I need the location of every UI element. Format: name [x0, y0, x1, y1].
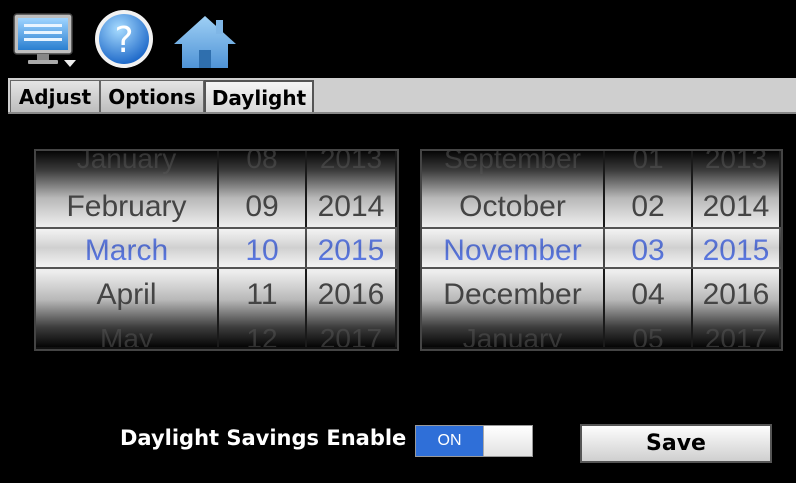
- wheel-item: 11: [246, 278, 278, 311]
- toggle-state-label: ON: [416, 426, 483, 456]
- wheel-item: 08: [246, 151, 278, 174]
- home-icon[interactable]: [172, 14, 238, 70]
- wheel-item: January: [76, 151, 177, 174]
- start-year-wheel[interactable]: 2013 2014 2015 2016 2017: [307, 151, 397, 347]
- wheel-item-selected: November: [443, 234, 582, 267]
- end-date-picker: September October November December Janu…: [420, 149, 783, 351]
- wheel-item: January: [462, 323, 563, 347]
- tab-daylight[interactable]: Daylight: [204, 80, 314, 112]
- monitor-menu-icon[interactable]: [12, 10, 78, 68]
- wheel-item-selected: 10: [245, 234, 279, 267]
- wheel-item: 12: [246, 323, 278, 347]
- wheel-item: 2013: [319, 151, 383, 174]
- wheel-item: 09: [245, 190, 279, 223]
- wheel-item: 02: [631, 190, 665, 223]
- wheel-item: 01: [632, 151, 664, 174]
- save-button[interactable]: Save: [580, 424, 772, 463]
- wheel-item-selected: 2015: [317, 234, 385, 267]
- tab-options[interactable]: Options: [100, 80, 204, 112]
- wheel-item: 05: [632, 323, 664, 347]
- wheel-item: 2016: [317, 278, 385, 311]
- toolbar: ?: [0, 0, 796, 74]
- wheel-item: February: [66, 190, 187, 223]
- wheel-item: 2017: [704, 323, 768, 347]
- wheel-item: April: [96, 278, 157, 311]
- wheel-item: 2013: [704, 151, 768, 174]
- wheel-item: October: [459, 190, 566, 223]
- wheel-item-selected: 03: [631, 234, 665, 267]
- wheel-item: December: [443, 278, 582, 311]
- wheel-item: 2016: [702, 278, 770, 311]
- wheel-item: 04: [631, 278, 665, 311]
- start-day-wheel[interactable]: 08 09 10 11 12: [219, 151, 307, 347]
- tab-adjust[interactable]: Adjust: [10, 80, 100, 112]
- daylight-savings-toggle[interactable]: ON: [415, 425, 533, 457]
- wheel-item: September: [444, 151, 581, 174]
- start-date-picker: January February March April May 08 09 1…: [34, 149, 399, 351]
- wheel-item-selected: March: [84, 234, 169, 267]
- tab-strip: Adjust Options Daylight: [8, 78, 796, 114]
- daylight-savings-label: Daylight Savings Enable: [120, 426, 407, 450]
- help-glyph: ?: [114, 20, 133, 61]
- wheel-item: 2017: [319, 323, 383, 347]
- wheel-item-selected: 2015: [702, 234, 770, 267]
- end-year-wheel[interactable]: 2013 2014 2015 2016 2017: [693, 151, 781, 347]
- start-month-wheel[interactable]: January February March April May: [36, 151, 219, 347]
- wheel-item: May: [100, 323, 153, 347]
- end-month-wheel[interactable]: September October November December Janu…: [422, 151, 605, 347]
- toggle-knob[interactable]: [483, 426, 532, 456]
- end-day-wheel[interactable]: 01 02 03 04 05: [605, 151, 693, 347]
- wheel-item: 2014: [702, 190, 770, 223]
- help-icon[interactable]: ?: [93, 8, 155, 70]
- wheel-item: 2014: [317, 190, 385, 223]
